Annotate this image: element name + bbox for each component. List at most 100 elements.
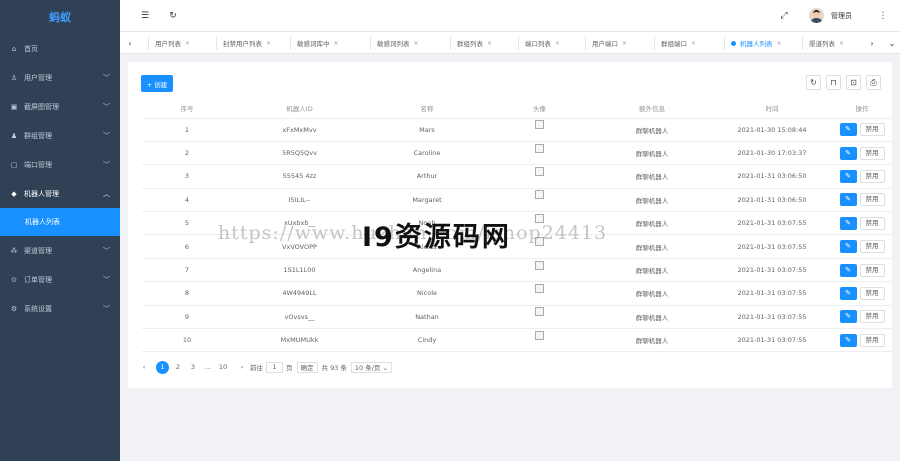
goto-page-input[interactable]: 1	[266, 361, 283, 373]
tab-close-icon[interactable]: ×	[622, 40, 627, 47]
ban-button[interactable]: 禁用	[859, 216, 885, 230]
sidebar-item-order[interactable]: ⊙ 订单管理 ﹀	[0, 265, 120, 294]
tab-label: 用户端口	[592, 40, 618, 48]
cell-index: 9	[142, 305, 232, 330]
tabs-scroll-right-icon[interactable]: ›	[866, 35, 878, 51]
edit-button[interactable]: ✎	[839, 240, 857, 254]
ban-button[interactable]: 禁用	[859, 333, 885, 347]
tab-item[interactable]: 机器人列表 ×	[724, 36, 782, 50]
tabs-dropdown-icon[interactable]: ⌄	[886, 35, 898, 51]
sidebar-item-robot[interactable]: ◆ 机器人管理 ︿	[0, 179, 120, 208]
edit-button[interactable]: ✎	[839, 333, 857, 347]
next-page-icon[interactable]: ›	[236, 361, 248, 373]
edit-button[interactable]: ✎	[839, 123, 857, 137]
edit-button[interactable]: ✎	[839, 146, 857, 160]
ban-button[interactable]: 禁用	[859, 123, 885, 137]
hamburger-menu-icon[interactable]: ☰	[138, 9, 152, 23]
ban-button[interactable]: 禁用	[859, 263, 885, 277]
tab-item[interactable]: 群组端口 ×	[654, 36, 696, 50]
tab-close-icon[interactable]: ×	[414, 40, 419, 47]
username[interactable]: 管理员	[831, 11, 852, 21]
cell-name: Nathan	[367, 305, 487, 330]
tab-item[interactable]: 渠道列表 ×	[802, 36, 844, 50]
sidebar-item-image[interactable]: ▣ 截屏图管理 ﹀	[0, 92, 120, 121]
ban-button[interactable]: 禁用	[859, 240, 885, 254]
page-number[interactable]: 2	[172, 361, 184, 373]
broken-image-icon	[535, 307, 544, 317]
cell-time: 2021-01-31 03:07:55	[712, 211, 832, 236]
columns-icon[interactable]: ⊓	[826, 75, 841, 90]
edit-button[interactable]: ✎	[839, 310, 857, 324]
tab-item[interactable]: 敏感词库中 ×	[290, 36, 339, 50]
cell-avatar	[487, 141, 592, 166]
sidebar-item-label: 机器人管理	[24, 189, 59, 198]
sidebar-item-group[interactable]: ♟ 群组管理 ﹀	[0, 121, 120, 150]
tab-close-icon[interactable]: ×	[487, 40, 492, 47]
tab-close-icon[interactable]: ×	[691, 40, 696, 47]
table-row: 10 MxMUMUkk Cindy 群聊机器人 2021-01-31 03:07:55 ✎…	[142, 328, 892, 353]
sidebar-item-port[interactable]: ▢ 端口管理 ﹀	[0, 150, 120, 179]
cell-name: Angelina	[367, 258, 487, 283]
print-icon[interactable]: ⎙	[866, 75, 881, 90]
prev-page-icon[interactable]: ‹	[138, 361, 150, 373]
tab-item[interactable]: 敏感词列表 ×	[370, 36, 419, 50]
broken-image-icon	[535, 213, 544, 223]
sidebar-item-user[interactable]: ♙ 用户管理 ﹀	[0, 63, 120, 92]
tab-item[interactable]: 封禁用户列表 ×	[216, 36, 271, 50]
page-size-select[interactable]: 10 条/页 ⌄	[350, 361, 392, 373]
tab-close-icon[interactable]: ×	[266, 40, 271, 47]
cell-avatar	[487, 328, 592, 353]
tab-label: 敏感词库中	[297, 40, 330, 48]
tab-label: 封禁用户列表	[223, 40, 262, 48]
sidebar-item-label: 渠道管理	[24, 246, 52, 255]
channel-icon: ⁂	[10, 246, 18, 255]
table-row: 9 vOvsvs__ Nathan 群聊机器人 2021-01-31 03:07:55 ✎…	[142, 305, 892, 330]
more-options-icon[interactable]: ⋮	[876, 9, 890, 23]
ban-button[interactable]: 禁用	[859, 169, 885, 183]
goto-confirm-button[interactable]: 确定	[296, 361, 318, 373]
tab-item[interactable]: 用户列表 ×	[148, 36, 190, 50]
cell-name: Arthur	[367, 164, 487, 189]
sidebar-subitem-robot-list[interactable]: 机器人列表	[0, 208, 120, 236]
tab-close-icon[interactable]: ×	[777, 40, 782, 47]
page-ellipsis[interactable]: ...	[202, 361, 214, 373]
tab-close-icon[interactable]: ×	[185, 40, 190, 47]
cell-avatar	[487, 258, 592, 283]
edit-button[interactable]: ✎	[839, 193, 857, 207]
broken-image-icon	[535, 260, 544, 270]
page-number[interactable]: 3	[187, 361, 199, 373]
avatar[interactable]	[809, 8, 824, 23]
tab-item[interactable]: 端口列表 ×	[518, 36, 560, 50]
refresh-icon[interactable]: ↻	[166, 9, 180, 23]
edit-button[interactable]: ✎	[839, 263, 857, 277]
tab-item[interactable]: 用户端口 ×	[585, 36, 627, 50]
edit-button[interactable]: ✎	[839, 216, 857, 230]
sidebar-item-home[interactable]: ⌂ 首页	[0, 34, 120, 63]
create-button[interactable]: + 创建	[141, 75, 173, 92]
tabs-scroll-left-icon[interactable]: ‹	[124, 35, 136, 51]
cell-index: 3	[142, 164, 232, 189]
sidebar-item-channel[interactable]: ⁂ 渠道管理 ﹀	[0, 236, 120, 265]
ban-button[interactable]: 禁用	[859, 146, 885, 160]
app-logo[interactable]: 蚂蚁	[0, 0, 120, 34]
sidebar-item-settings[interactable]: ⚙ 系统设置 ﹀	[0, 294, 120, 323]
table-row: 6 VxVOVOPP Alexis 群聊机器人 2021-01-31 03:07:55 ✎…	[142, 234, 892, 259]
cell-time: 2021-01-31 03:06:50	[712, 164, 832, 189]
tab-item[interactable]: 群组列表 ×	[450, 36, 492, 50]
edit-button[interactable]: ✎	[839, 169, 857, 183]
page-number[interactable]: 10	[217, 361, 229, 373]
ban-button[interactable]: 禁用	[859, 286, 885, 300]
ban-button[interactable]: 禁用	[859, 310, 885, 324]
sidebar-subitem-label: 机器人列表	[25, 218, 60, 226]
cell-extra-info: 群聊机器人	[592, 305, 712, 330]
ban-button[interactable]: 禁用	[859, 193, 885, 207]
edit-button[interactable]: ✎	[839, 286, 857, 300]
cell-index: 10	[142, 328, 232, 353]
page-number[interactable]: 1	[156, 360, 169, 374]
refresh-table-icon[interactable]: ↻	[806, 75, 821, 90]
tab-close-icon[interactable]: ×	[555, 40, 560, 47]
tab-close-icon[interactable]: ×	[839, 40, 844, 47]
tab-close-icon[interactable]: ×	[334, 40, 339, 47]
export-icon[interactable]: ⊡	[846, 75, 861, 90]
fullscreen-icon[interactable]: ⤢	[777, 9, 791, 23]
